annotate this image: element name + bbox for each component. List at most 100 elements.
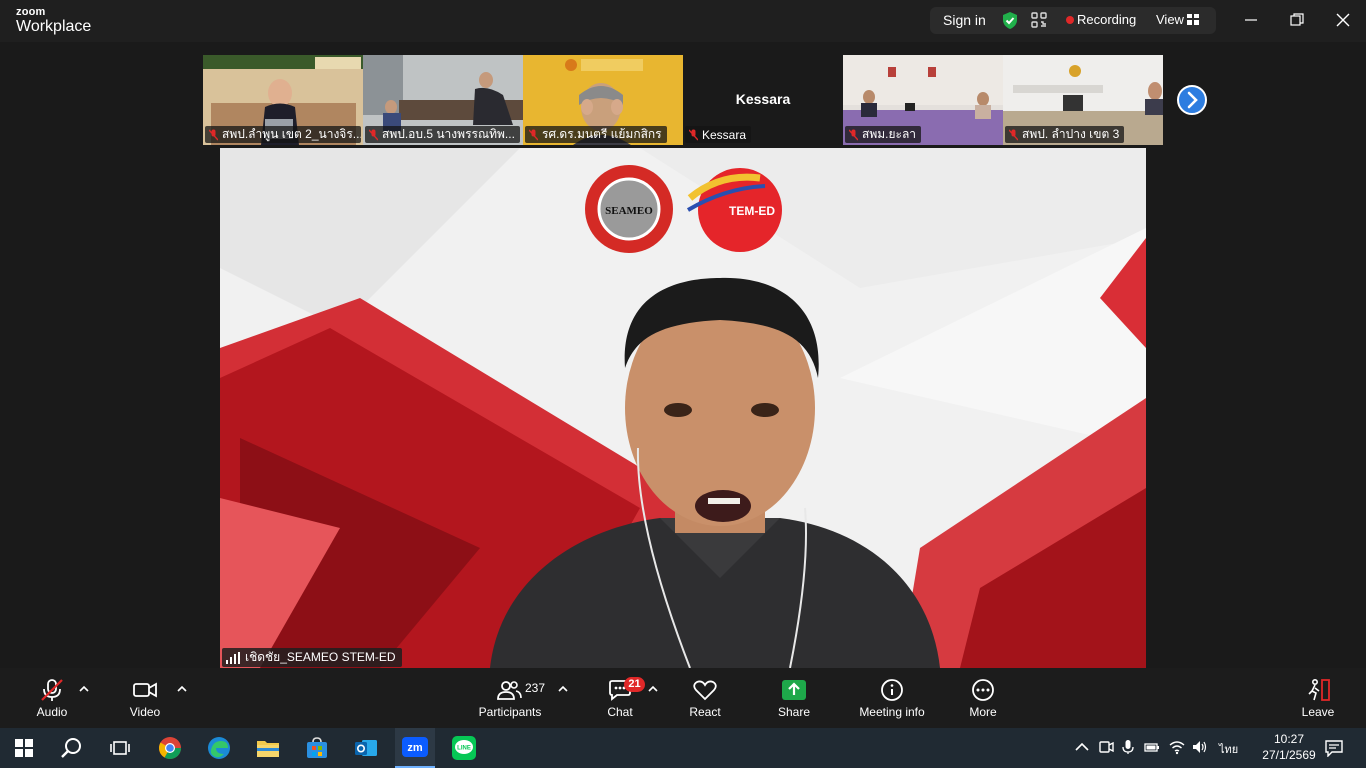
file-explorer-icon [257,741,279,757]
minimize-icon[interactable] [1243,12,1259,28]
participant-thumbnail[interactable]: สพป. ลำปาง เขต 3 [1003,55,1163,145]
participants-options-chevron-icon[interactable] [558,685,568,693]
wifi-icon[interactable] [1169,739,1185,755]
chat-label: Chat [607,705,633,719]
windows-taskbar: zm LINE ไทย 10:27 27/1/2569 [0,728,1366,768]
volume-icon[interactable] [1192,739,1208,755]
windows-start-button[interactable] [4,728,44,768]
show-hidden-icons-chevron-icon[interactable] [1074,739,1090,755]
taskbar-chrome[interactable] [150,728,190,768]
meeting-toolbar: Audio Video Participants 237 Chat React … [0,668,1366,728]
taskbar-clock[interactable]: 10:27 27/1/2569 [1258,731,1320,763]
grid-icon[interactable] [1187,14,1199,25]
taskbar-search-button[interactable] [52,728,92,768]
participant-thumbnail-strip: สพป.ลำพูน เขต 2_นางจิร... สพป.อบ.5 นางพร… [203,55,1215,145]
taskbar-line[interactable]: LINE [444,728,484,768]
line-icon-label: LINE [457,746,471,752]
participant-label: Kessara [685,126,752,143]
shield-check-icon[interactable] [1001,11,1019,30]
chat-unread-badge: 21 [624,677,645,692]
share-screen-icon [782,680,806,700]
participants-label: Participants [478,705,542,719]
leave-label: Leave [1301,705,1335,719]
info-icon [881,679,903,701]
taskbar-outlook[interactable] [346,728,386,768]
notification-center-icon[interactable] [1325,739,1343,757]
taskbar-edge[interactable] [199,728,239,768]
more-ellipsis-icon [972,679,994,701]
chat-options-chevron-icon[interactable] [648,685,658,693]
mic-muted-icon [849,129,858,140]
mic-muted-icon [529,129,538,140]
participant-label: สพม.ยะลา [845,126,922,143]
react-button[interactable]: React [684,668,726,728]
zoom-brand: zoom Workplace [16,7,91,35]
stem-ed-logo-text: TEM-ED [729,204,775,218]
mic-muted-icon [209,129,218,140]
participant-thumbnail[interactable]: สพป.อบ.5 นางพรรณทิพ... [363,55,523,145]
active-speaker-video[interactable]: SEAMEO TEM-ED [220,148,1146,668]
search-icon [61,738,81,758]
participant-display-name: Kessara [735,91,791,107]
task-view-icon [110,741,130,755]
mic-muted-icon [1009,129,1018,140]
participant-name: สพป.ลำพูน เขต 2_นางจิร... [222,127,361,141]
battery-icon[interactable] [1144,739,1160,755]
taskbar-store[interactable] [297,728,337,768]
recording-indicator[interactable]: Recording [1077,12,1136,27]
speaker-scene: SEAMEO TEM-ED [220,148,1146,668]
participant-name: สพป. ลำปาง เขต 3 [1022,127,1120,141]
video-camera-icon [133,682,157,698]
brand-workplace: Workplace [16,18,92,35]
video-label: Video [129,705,161,719]
heart-icon [693,680,717,701]
close-icon[interactable] [1335,12,1351,28]
qr-code-icon[interactable] [1031,12,1047,28]
video-button[interactable]: Video [122,668,168,728]
restore-icon[interactable] [1289,12,1305,28]
participants-icon [497,681,522,700]
participants-count: 237 [525,681,546,695]
mic-muted-icon [369,129,378,140]
participant-label: รศ.ดร.มนตรี แย้มกสิกร [525,126,667,143]
participant-name: รศ.ดร.มนตรี แย้มกสิกร [542,127,662,141]
zoom-icon: zm [402,737,428,757]
edge-icon [208,737,230,759]
zoom-icon-label: zm [407,742,423,754]
input-language-indicator[interactable]: ไทย [1219,740,1238,758]
line-icon: LINE [452,736,476,760]
audio-button[interactable]: Audio [28,668,76,728]
participant-thumbnail[interactable]: สพป.ลำพูน เขต 2_นางจิร... [203,55,363,145]
microphone-icon[interactable] [1120,739,1136,755]
mic-muted-icon [689,129,698,140]
participants-button[interactable]: Participants [476,668,544,728]
audio-options-chevron-icon[interactable] [79,685,89,693]
react-label: React [689,705,721,719]
taskbar-zoom[interactable]: zm [395,728,435,768]
participant-thumbnail[interactable]: สพม.ยะลา [843,55,1003,145]
video-options-chevron-icon[interactable] [177,685,187,693]
speaker-name: เชิดชัย_SEAMEO STEM-ED [245,650,396,664]
more-label: More [969,705,997,719]
task-view-button[interactable] [100,728,140,768]
leave-door-icon [1308,678,1330,701]
meeting-info-button[interactable]: Meeting info [854,668,930,728]
more-button[interactable]: More [963,668,1003,728]
windows-start-icon [15,739,33,757]
share-button[interactable]: Share [774,668,814,728]
participant-thumbnail[interactable]: รศ.ดร.มนตรี แย้มกสิกร [523,55,683,145]
clock-time: 10:27 [1273,732,1305,746]
brand-zoom: zoom [16,6,46,18]
meeting-info-label: Meeting info [859,705,925,719]
sign-in-button[interactable]: Sign in [943,12,986,28]
mic-muted-icon [41,679,63,701]
participant-thumbnail[interactable]: Kessara Kessara [683,55,843,145]
meet-now-icon[interactable] [1098,739,1114,755]
share-label: Share [777,705,811,719]
view-button[interactable]: View [1156,12,1184,27]
participant-name: สพป.อบ.5 นางพรรณทิพ... [382,127,515,141]
taskbar-file-explorer[interactable] [248,728,288,768]
next-page-chevron-icon[interactable] [1176,84,1208,116]
leave-button[interactable]: Leave [1298,668,1338,728]
store-icon [307,737,327,758]
